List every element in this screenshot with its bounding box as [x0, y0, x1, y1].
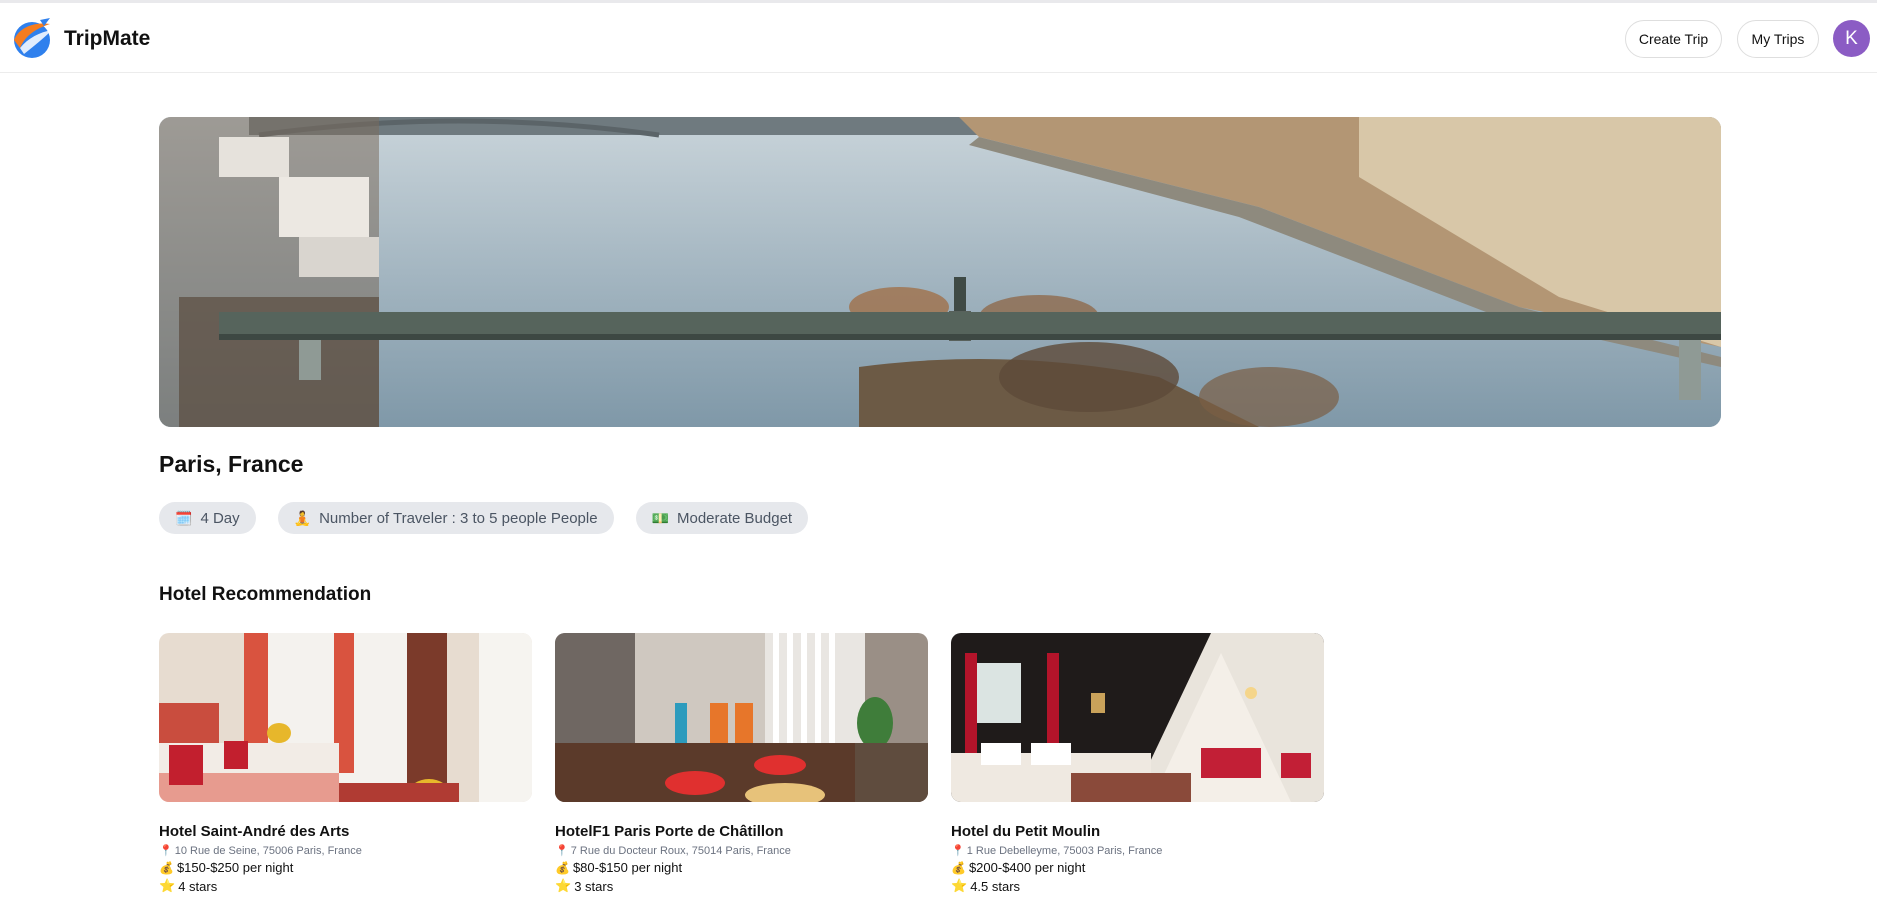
hotel-card-list: Hotel Saint-André des Arts 📍 10 Rue de S… — [159, 633, 1324, 894]
hotel-rating: ⭐ 4 stars — [159, 878, 532, 894]
hotel-image — [951, 633, 1324, 802]
calendar-icon: 🗓️ — [175, 509, 193, 526]
hotel-address: 📍 10 Rue de Seine, 75006 Paris, France — [159, 844, 532, 858]
traveler-icon: 🧘 — [293, 509, 312, 526]
hotel-section-title: Hotel Recommendation — [159, 584, 372, 605]
hotel-price: 💰 $80-$150 per night — [555, 860, 928, 875]
hotel-price-text: $80-$150 per night — [572, 860, 683, 875]
hotel-card[interactable]: Hotel Saint-André des Arts 📍 10 Rue de S… — [159, 633, 532, 894]
hotel-price: 💰 $150-$250 per night — [159, 860, 532, 875]
hotel-image — [555, 633, 928, 802]
travelers-label: Number of Traveler : 3 to 5 people Peopl… — [319, 509, 598, 527]
create-trip-button[interactable]: Create Trip — [1625, 20, 1722, 58]
star-icon: ⭐ — [159, 878, 176, 893]
destination-hero-image — [159, 117, 1721, 427]
hotel-name: Hotel du Petit Moulin — [951, 823, 1101, 840]
budget-chip: 💵 Moderate Budget — [635, 502, 809, 534]
hotel-address-text: 7 Rue du Docteur Roux, 75014 Paris, Fran… — [570, 844, 791, 857]
money-bag-icon: 💰 — [159, 860, 174, 875]
location-pin-icon: 📍 — [555, 845, 569, 857]
hotel-price-text: $150-$250 per night — [176, 860, 294, 875]
user-avatar[interactable]: K — [1833, 20, 1870, 57]
hotel-rating-text: 3 stars — [574, 878, 614, 894]
hotel-address-text: 1 Rue Debelleyme, 75003 Paris, France — [966, 844, 1163, 857]
hotel-rating-text: 4.5 stars — [970, 878, 1021, 894]
app-name[interactable]: TripMate — [64, 27, 150, 51]
hotel-rating: ⭐ 4.5 stars — [951, 878, 1324, 894]
travelers-chip: 🧘 Number of Traveler : 3 to 5 people Peo… — [277, 502, 614, 534]
my-trips-button[interactable]: My Trips — [1737, 20, 1819, 58]
destination-title: Paris, France — [159, 451, 304, 477]
hotel-address: 📍 1 Rue Debelleyme, 75003 Paris, France — [951, 844, 1324, 858]
money-icon: 💵 — [651, 509, 669, 526]
money-bag-icon: 💰 — [951, 860, 966, 875]
app-header: TripMate Create Trip My Trips K — [0, 3, 1877, 73]
hotel-card[interactable]: HotelF1 Paris Porte de Châtillon 📍 7 Rue… — [555, 633, 928, 894]
tripmate-logo-icon[interactable] — [10, 14, 56, 60]
hotel-price: 💰 $200-$400 per night — [951, 860, 1324, 875]
duration-chip: 🗓️ 4 Day — [159, 502, 256, 534]
location-pin-icon: 📍 — [951, 845, 965, 857]
hotel-image — [159, 633, 532, 802]
star-icon: ⭐ — [951, 878, 968, 893]
money-bag-icon: 💰 — [555, 860, 570, 875]
hotel-name: HotelF1 Paris Porte de Châtillon — [555, 823, 784, 840]
hotel-name: Hotel Saint-André des Arts — [159, 823, 350, 840]
hotel-card[interactable]: Hotel du Petit Moulin 📍 1 Rue Debelleyme… — [951, 633, 1324, 894]
location-pin-icon: 📍 — [159, 845, 173, 857]
hotel-address-text: 10 Rue de Seine, 75006 Paris, France — [174, 844, 362, 857]
trip-info-chips: 🗓️ 4 Day 🧘 Number of Traveler : 3 to 5 p… — [159, 502, 809, 534]
hotel-rating: ⭐ 3 stars — [555, 878, 928, 894]
star-icon: ⭐ — [555, 878, 572, 893]
duration-label: 4 Day — [200, 509, 240, 527]
budget-label: Moderate Budget — [677, 509, 793, 527]
hotel-rating-text: 4 stars — [178, 878, 218, 894]
hotel-price-text: $200-$400 per night — [968, 860, 1086, 875]
hotel-address: 📍 7 Rue du Docteur Roux, 75014 Paris, Fr… — [555, 844, 928, 858]
